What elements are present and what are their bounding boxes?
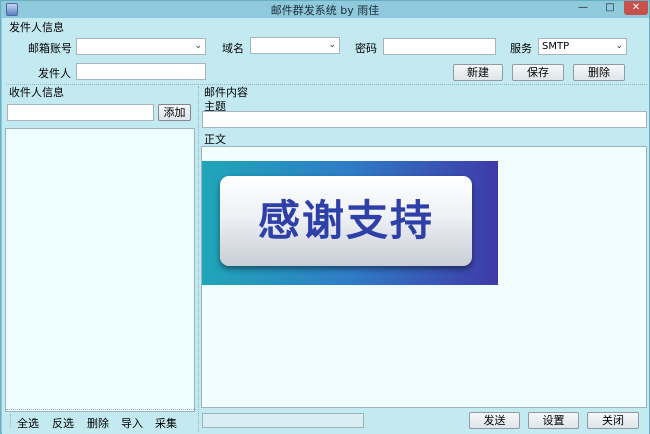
invert-selection-button[interactable]: 反选 bbox=[52, 415, 74, 431]
toolbar-grip bbox=[10, 414, 11, 428]
settings-button[interactable]: 设置 bbox=[528, 412, 579, 429]
chevron-down-icon: ⌄ bbox=[328, 40, 336, 50]
import-button[interactable]: 导入 bbox=[121, 415, 143, 431]
close-button[interactable]: 关闭 bbox=[587, 412, 639, 429]
client-area: 发件人信息 邮箱账号 ⌄ 域名 ⌄ 密码 服务 SMTP ⌄ 发件人 新建 保存… bbox=[2, 18, 649, 434]
recipient-list[interactable] bbox=[5, 128, 195, 412]
account-label: 邮箱账号 bbox=[28, 42, 72, 55]
progress-bar bbox=[202, 413, 364, 428]
password-field[interactable] bbox=[383, 38, 496, 55]
main-window: 邮件群发系统 by 雨佳 — □ ✕ 发件人信息 邮箱账号 ⌄ 域名 ⌄ 密码 … bbox=[0, 0, 650, 434]
minimize-button[interactable]: — bbox=[570, 1, 596, 15]
save-account-button[interactable]: 保存 bbox=[512, 64, 564, 81]
chevron-down-icon: ⌄ bbox=[615, 41, 623, 51]
domain-combo[interactable]: ⌄ bbox=[250, 37, 340, 54]
window-title: 邮件群发系统 by 雨佳 bbox=[270, 4, 380, 17]
sender-group-label: 发件人信息 bbox=[9, 21, 64, 34]
maximize-button[interactable]: □ bbox=[597, 1, 623, 15]
new-account-button[interactable]: 新建 bbox=[453, 64, 503, 81]
collect-button[interactable]: 采集 bbox=[155, 415, 177, 431]
banner-text: 感谢支持 bbox=[220, 176, 472, 266]
add-recipient-button[interactable]: 添加 bbox=[158, 104, 191, 121]
service-combo[interactable]: SMTP ⌄ bbox=[538, 38, 627, 55]
bottom-divider bbox=[6, 409, 196, 410]
recipients-group-label: 收件人信息 bbox=[9, 86, 64, 99]
close-window-button[interactable]: ✕ bbox=[624, 1, 648, 15]
sender-name-label: 发件人 bbox=[38, 67, 71, 80]
send-button[interactable]: 发送 bbox=[469, 412, 520, 429]
domain-label: 域名 bbox=[222, 42, 244, 55]
thanks-banner-image: 感谢支持 bbox=[202, 161, 498, 285]
body-label: 正文 bbox=[204, 133, 226, 146]
service-value: SMTP bbox=[542, 41, 570, 52]
account-combo[interactable]: ⌄ bbox=[76, 38, 206, 55]
delete-account-button[interactable]: 删除 bbox=[573, 64, 625, 81]
recipient-input[interactable] bbox=[7, 104, 154, 121]
sender-name-field[interactable] bbox=[76, 63, 206, 80]
select-all-button[interactable]: 全选 bbox=[17, 415, 39, 431]
body-editor[interactable]: 感谢支持 bbox=[201, 146, 647, 408]
title-bar[interactable]: 邮件群发系统 by 雨佳 — □ ✕ bbox=[1, 1, 649, 18]
panel-divider bbox=[198, 86, 199, 432]
subject-field[interactable] bbox=[202, 111, 647, 128]
service-label: 服务 bbox=[510, 42, 532, 55]
delete-recipient-button[interactable]: 删除 bbox=[87, 415, 109, 431]
section-divider bbox=[6, 84, 647, 85]
chevron-down-icon: ⌄ bbox=[194, 41, 202, 51]
password-label: 密码 bbox=[355, 42, 377, 55]
